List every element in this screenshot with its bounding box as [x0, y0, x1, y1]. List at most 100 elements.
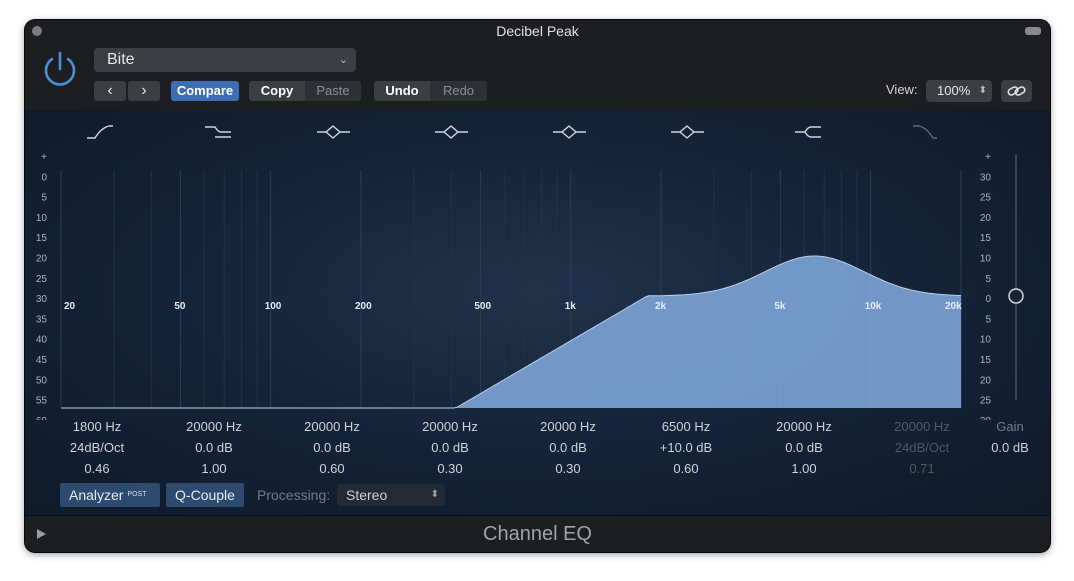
db-scale-label: 10 [980, 254, 992, 265]
band-3-params: 20000 Hz 0.0 dB 0.60 [282, 416, 382, 479]
view-label: View: [886, 82, 918, 97]
gain-value[interactable]: 0.0 dB [975, 437, 1045, 458]
copy-button[interactable]: Copy [249, 81, 305, 101]
view-zoom-value: 100% [937, 83, 971, 98]
preset-name: Bite [107, 51, 135, 68]
db-scale-label: 5 [985, 274, 991, 285]
left-db-scale: +051015202530354045505560– [36, 152, 48, 420]
frequency-label: 1k [565, 301, 577, 312]
db-scale-label: 20 [980, 213, 992, 224]
compare-button[interactable]: Compare [171, 81, 239, 101]
band-7-params: 20000 Hz 0.0 dB 1.00 [754, 416, 854, 479]
plugin-window: Decibel Peak Bite ⌄ ‹ › Compare Copy Pas… [25, 20, 1050, 552]
db-scale-label: 15 [980, 355, 992, 366]
band-frequency[interactable]: 6500 Hz [636, 416, 736, 437]
gain-label: Gain [996, 419, 1024, 434]
band-5-params: 20000 Hz 0.0 dB 0.30 [518, 416, 618, 479]
db-scale-label: 10 [980, 335, 992, 346]
updown-icon: ⬍ [430, 489, 439, 500]
next-preset-button[interactable]: › [128, 81, 160, 101]
band-frequency[interactable]: 20000 Hz [518, 416, 618, 437]
eq-curve-fill [61, 256, 961, 408]
band-q[interactable]: 0.30 [400, 458, 500, 479]
q-couple-button[interactable]: Q-Couple [166, 483, 244, 507]
band-q[interactable]: 0.46 [47, 458, 147, 479]
band-q[interactable]: 0.60 [282, 458, 382, 479]
link-icon [1007, 86, 1026, 96]
db-scale-label: 45 [36, 355, 48, 366]
db-scale-label: 30 [980, 172, 992, 183]
db-scale-label: 30 [36, 294, 48, 305]
analyzer-label: Analyzer [69, 487, 124, 503]
db-scale-label: 20 [980, 375, 992, 386]
db-scale-label: 10 [36, 213, 48, 224]
band-frequency[interactable]: 20000 Hz [872, 416, 972, 437]
gain-slider[interactable] [1008, 154, 1024, 400]
db-scale-label: 5 [985, 314, 991, 325]
db-scale-label: 25 [980, 193, 992, 204]
undo-button[interactable]: Undo [374, 81, 430, 101]
band-gain[interactable]: 0.0 dB [164, 437, 264, 458]
analyzer-button[interactable]: Analyzer POST [60, 483, 160, 507]
preset-menu[interactable]: Bite ⌄ [94, 48, 356, 72]
db-scale-label: 0 [985, 294, 991, 305]
db-scale-label: 50 [36, 375, 48, 386]
previous-preset-button[interactable]: ‹ [94, 81, 126, 101]
band-frequency[interactable]: 1800 Hz [47, 416, 147, 437]
band-gain[interactable]: 0.0 dB [754, 437, 854, 458]
band-8-params: 20000 Hz 24dB/Oct 0.71 [872, 416, 972, 479]
band-gain[interactable]: 24dB/Oct [47, 437, 147, 458]
frequency-label: 200 [355, 301, 372, 312]
band-frequency[interactable]: 20000 Hz [164, 416, 264, 437]
band-gain[interactable]: 0.0 dB [282, 437, 382, 458]
redo-button[interactable]: Redo [430, 81, 487, 101]
processing-select[interactable]: Stereo ⬍ [337, 484, 445, 506]
frequency-label: 20 [64, 301, 76, 312]
db-scale-label: 35 [36, 314, 48, 325]
eq-graph[interactable]: 20 50 100 200 50 0 1k 2k 5k 10k 20k +0 5 10 15 20 25 30 3… [25, 110, 1050, 420]
footer: Channel EQ [25, 515, 1050, 552]
band-q[interactable]: 1.00 [164, 458, 264, 479]
db-scale-label: 55 [36, 396, 48, 407]
db-scale-label: 40 [36, 335, 48, 346]
band-2-params: 20000 Hz 0.0 dB 1.00 [164, 416, 264, 479]
updown-icon: ⬍ [978, 85, 987, 96]
view-zoom-select[interactable]: 100% ⬍ [926, 80, 992, 102]
band-frequency[interactable]: 20000 Hz [754, 416, 854, 437]
band-gain[interactable]: +10.0 dB [636, 437, 736, 458]
link-button[interactable] [1001, 80, 1032, 102]
frequency-label: 5k [774, 301, 786, 312]
band-q[interactable]: 0.30 [518, 458, 618, 479]
frequency-label: 2k [655, 301, 667, 312]
db-scale-label: 60 [36, 416, 48, 420]
frequency-label: 100 [265, 301, 282, 312]
db-scale-label: 0 [41, 172, 47, 183]
window-title: Decibel Peak [496, 23, 579, 39]
band-q[interactable]: 0.60 [636, 458, 736, 479]
power-icon[interactable] [41, 50, 79, 88]
band-1-params: 1800 Hz 24dB/Oct 0.46 [47, 416, 147, 479]
band-gain[interactable]: 0.0 dB [400, 437, 500, 458]
eq-panel: 20 50 100 200 50 0 1k 2k 5k 10k 20k +0 5 10 15 20 25 30 3… [25, 110, 1050, 515]
paste-button[interactable]: Paste [305, 81, 361, 101]
chevron-down-icon: ⌄ [338, 54, 348, 66]
resize-button[interactable] [1025, 27, 1041, 35]
plugin-name: Channel EQ [483, 523, 592, 545]
analyzer-post-tag: POST [127, 491, 147, 498]
processing-label: Processing: [257, 487, 331, 503]
db-scale-label: 25 [36, 274, 48, 285]
band-q[interactable]: 1.00 [754, 458, 854, 479]
band-gain[interactable]: 24dB/Oct [872, 437, 972, 458]
frequency-label: 50 [174, 301, 186, 312]
band-4-params: 20000 Hz 0.0 dB 0.30 [400, 416, 500, 479]
db-scale-label: 15 [980, 233, 992, 244]
db-scale-label: + [985, 152, 991, 163]
band-gain[interactable]: 0.0 dB [518, 437, 618, 458]
frequency-label: 20k [945, 301, 962, 312]
band-frequency[interactable]: 20000 Hz [282, 416, 382, 437]
processing-value: Stereo [346, 487, 388, 503]
band-frequency[interactable]: 20000 Hz [400, 416, 500, 437]
db-scale-label: 15 [36, 233, 48, 244]
frequency-label: 10k [865, 301, 882, 312]
band-q[interactable]: 0.71 [872, 458, 972, 479]
